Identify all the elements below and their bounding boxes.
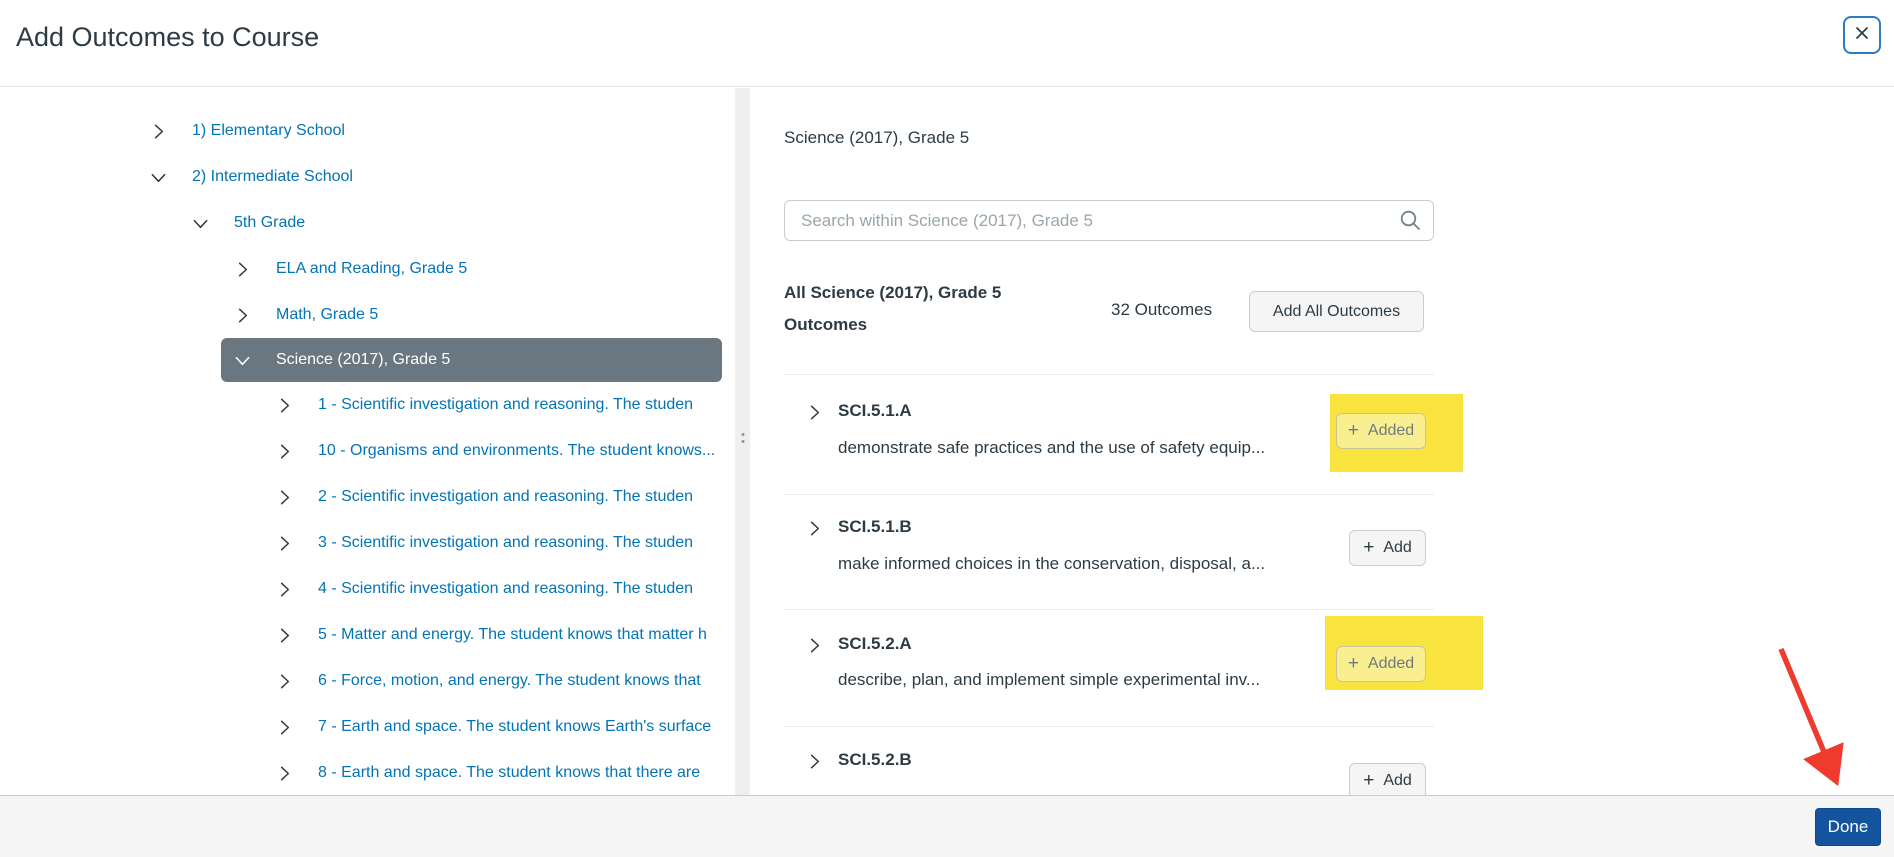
tree-item-label[interactable]: 5 - Matter and energy. The student knows…: [318, 626, 707, 644]
modal-title: Add Outcomes to Course: [16, 22, 319, 53]
outcome-code[interactable]: SCI.5.2.A: [838, 634, 912, 654]
row-divider: [784, 494, 1434, 495]
tree-item-label[interactable]: 7 - Earth and space. The student knows E…: [318, 718, 711, 736]
outcome-description: make informed choices in the conservatio…: [838, 554, 1265, 574]
chevron-right-icon[interactable]: [802, 633, 826, 657]
plus-icon: +: [1348, 421, 1359, 440]
tree-item[interactable]: 6 - Force, motion, and energy. The stude…: [0, 658, 735, 704]
chevron-down-icon[interactable]: [230, 348, 254, 372]
chevron-right-icon[interactable]: [272, 531, 296, 555]
button-label: Added: [1368, 655, 1414, 673]
close-icon: [1854, 25, 1870, 46]
tree-item[interactable]: 3 - Scientific investigation and reasoni…: [0, 520, 735, 566]
outcome-code[interactable]: SCI.5.1.A: [838, 401, 912, 421]
outcome-added-button[interactable]: + Added: [1336, 413, 1426, 449]
outcome-description: demonstrate safe practices and the use o…: [838, 438, 1265, 458]
modal-header: Add Outcomes to Course: [0, 0, 1894, 87]
tree-item-label[interactable]: 3 - Scientific investigation and reasoni…: [318, 534, 693, 552]
chevron-down-icon[interactable]: [146, 165, 170, 189]
outcome-code[interactable]: SCI.5.1.B: [838, 517, 912, 537]
chevron-right-icon[interactable]: [272, 715, 296, 739]
chevron-right-icon[interactable]: [230, 303, 254, 327]
chevron-right-icon[interactable]: [230, 257, 254, 281]
search-icon: [1399, 209, 1422, 237]
chevron-right-icon[interactable]: [802, 749, 826, 773]
tree-item[interactable]: 5 - Matter and energy. The student knows…: [0, 612, 735, 658]
chevron-right-icon[interactable]: [272, 485, 296, 509]
chevron-right-icon[interactable]: [802, 400, 826, 424]
chevron-right-icon[interactable]: [146, 119, 170, 143]
plus-icon: +: [1363, 771, 1374, 790]
button-label: Add: [1383, 539, 1411, 557]
splitter-handle-icon: [741, 433, 744, 443]
search-field: [784, 200, 1434, 241]
close-button[interactable]: [1843, 16, 1881, 54]
tree-item[interactable]: 2) Intermediate School: [0, 154, 735, 200]
tree-item[interactable]: 5th Grade: [0, 200, 735, 246]
outcomes-panel: Science (2017), Grade 5 All Science (201…: [750, 88, 1894, 795]
plus-icon: +: [1348, 654, 1359, 673]
tree-item-label[interactable]: Math, Grade 5: [276, 306, 378, 324]
outcome-code[interactable]: SCI.5.2.B: [838, 750, 912, 770]
tree-item-label[interactable]: 8 - Earth and space. The student knows t…: [318, 764, 700, 782]
tree-item[interactable]: Science (2017), Grade 5: [221, 338, 722, 382]
tree-item[interactable]: 1) Elementary School: [0, 108, 735, 154]
chevron-right-icon[interactable]: [272, 623, 296, 647]
group-title: All Science (2017), Grade 5 Outcomes: [784, 277, 1014, 341]
add-outcomes-modal: Add Outcomes to Course 1) Elementary Sch…: [0, 0, 1894, 857]
tree-item[interactable]: 4 - Scientific investigation and reasoni…: [0, 566, 735, 612]
chevron-right-icon[interactable]: [272, 761, 296, 785]
outcome-description: describe, plan, and implement simple exp…: [838, 670, 1260, 690]
tree-item[interactable]: 7 - Earth and space. The student knows E…: [0, 704, 735, 750]
tree-item-label[interactable]: 10 - Organisms and environments. The stu…: [318, 442, 715, 460]
selected-group-heading: Science (2017), Grade 5: [784, 128, 969, 148]
tree-item[interactable]: 1 - Scientific investigation and reasoni…: [0, 382, 735, 428]
tree-item[interactable]: Math, Grade 5: [0, 292, 735, 338]
done-button[interactable]: Done: [1815, 808, 1881, 846]
chevron-right-icon[interactable]: [272, 577, 296, 601]
chevron-down-icon[interactable]: [188, 211, 212, 235]
row-divider: [784, 609, 1434, 610]
chevron-right-icon[interactable]: [272, 439, 296, 463]
button-label: Added: [1368, 422, 1414, 440]
row-divider: [784, 726, 1434, 727]
tree-item-label[interactable]: 1 - Scientific investigation and reasoni…: [318, 396, 693, 414]
modal-footer: Done: [0, 795, 1894, 857]
plus-icon: +: [1363, 538, 1374, 557]
tree-item-label[interactable]: 5th Grade: [234, 214, 305, 232]
panel-splitter[interactable]: [735, 88, 750, 795]
outcome-add-button[interactable]: + Add: [1349, 763, 1426, 795]
tree-item-label[interactable]: ELA and Reading, Grade 5: [276, 260, 467, 278]
chevron-right-icon[interactable]: [272, 669, 296, 693]
tree-item[interactable]: 2 - Scientific investigation and reasoni…: [0, 474, 735, 520]
row-divider: [784, 374, 1434, 375]
button-label: Add: [1383, 772, 1411, 790]
outcomes-count: 32 Outcomes: [1111, 300, 1212, 320]
tree-item[interactable]: 8 - Earth and space. The student knows t…: [0, 750, 735, 795]
search-input[interactable]: [784, 200, 1434, 241]
add-all-outcomes-button[interactable]: Add All Outcomes: [1249, 291, 1424, 332]
tree-item-label[interactable]: 6 - Force, motion, and energy. The stude…: [318, 672, 701, 690]
tree-item-label[interactable]: 4 - Scientific investigation and reasoni…: [318, 580, 693, 598]
chevron-right-icon[interactable]: [802, 516, 826, 540]
tree-item-label[interactable]: Science (2017), Grade 5: [276, 351, 450, 369]
tree-item[interactable]: ELA and Reading, Grade 5: [0, 246, 735, 292]
outcome-added-button[interactable]: + Added: [1336, 646, 1426, 682]
tree-item-label[interactable]: 2 - Scientific investigation and reasoni…: [318, 488, 693, 506]
tree-item[interactable]: 10 - Organisms and environments. The stu…: [0, 428, 735, 474]
outcome-add-button[interactable]: + Add: [1349, 530, 1426, 566]
tree-item-label[interactable]: 2) Intermediate School: [192, 168, 353, 186]
tree-item-label[interactable]: 1) Elementary School: [192, 122, 345, 140]
modal-body: 1) Elementary School 2) Intermediate Scho…: [0, 88, 1894, 795]
outcome-group-tree: 1) Elementary School 2) Intermediate Scho…: [0, 88, 735, 795]
chevron-right-icon[interactable]: [272, 393, 296, 417]
